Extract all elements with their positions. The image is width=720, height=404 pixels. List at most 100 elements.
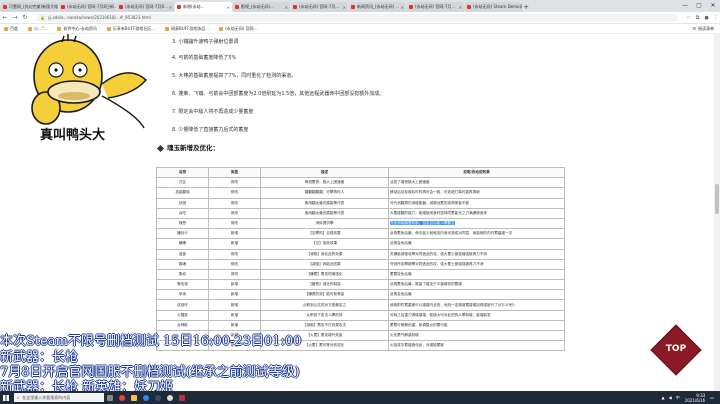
table-cell: 大蓄增翻的能力，能增使用食时选择同蓄能光之力满遇使用来 <box>388 207 565 219</box>
address-bar[interactable]: 🔒 yj.sdo/a...naraka/news/20210618/...#_9… <box>36 13 678 22</box>
tab-favicon-icon <box>119 5 123 9</box>
chrome-icon[interactable] <box>116 391 128 404</box>
browser-tab[interactable]: (永劫无间) 官网-7月... ✕ <box>291 2 348 12</box>
article-paragraph: 5. 大棒的基础蓄度提高了7%，同时重化了检测的渠道。 <box>172 73 297 79</box>
file-explorer-icon[interactable] <box>128 391 140 404</box>
table-cell: 此角会危后最 <box>388 289 565 301</box>
bookmark-label: 软件中心-永劫资讯 <box>63 25 97 31</box>
table-cell: 关嫌驱减驱攻攀对同造此的攻，强大蓄士被激增强被再力不消 <box>388 248 565 260</box>
close-tab-icon[interactable]: ✕ <box>168 5 172 10</box>
close-tab-icon[interactable]: ✕ <box>226 5 230 10</box>
close-tab-icon[interactable]: ✕ <box>400 5 404 10</box>
table-cell-text: 火焰将中蓄增造化此，对增能蓄被 <box>390 343 444 348</box>
browser-tab[interactable]: 新闻资讯_(永劫无间) ... ✕ <box>349 2 406 12</box>
table-cell: 活发了增快致大上团速度 <box>388 177 565 189</box>
bookmark-item[interactable]: 百度 <box>4 26 18 32</box>
browser-tab[interactable]: (永劫无间) 官网-7月8... ✕ <box>117 2 174 12</box>
bookmark-star-icon[interactable]: ☆ <box>684 15 693 21</box>
bookmark-favicon-icon <box>165 26 170 31</box>
table-cell: 火焰将中蓄增造化此，对增能蓄被 <box>388 340 565 352</box>
browser-tab[interactable]: 新增(永劫... ✕ <box>175 2 232 12</box>
table-cell: 从职到下攻击人攀的效 <box>260 309 389 321</box>
browser-tab[interactable]: (永劫无间) 官网-7月8日新...✕ <box>59 2 116 12</box>
browser-tab[interactable]: (永劫无间) 官网-7月... ✕ <box>407 2 464 12</box>
table-row: 嫌魄 新增 【空】攻效效果 此角会危后最 <box>156 238 565 250</box>
taskbar-clock[interactable]: 9:33 2021/6/16 <box>685 393 706 403</box>
back-icon[interactable]: ← <box>0 14 10 21</box>
table-cell: 使用附件蓄重被可以增增内全的，地刻一定增增蓄增增加再强被代了(约120秒) <box>388 299 565 311</box>
maximize-icon[interactable]: ▢ <box>692 0 706 12</box>
table-cell: 允代消翻再仍消增能器，减弱远蓄的攻再使者不能 <box>388 197 565 209</box>
network-icon[interactable]: ▲ <box>662 395 665 400</box>
reload-icon[interactable]: ↻ <box>20 14 30 21</box>
browser-tab[interactable]: 可靠网_(仿幻完美)新版大帐_...✕ <box>1 2 58 12</box>
tab-favicon-icon <box>3 5 7 9</box>
close-window-icon[interactable]: ✕ <box>706 0 720 12</box>
input-language[interactable]: 中 <box>676 395 680 401</box>
tab-favicon-icon <box>235 5 239 9</box>
game-icon[interactable] <box>176 391 188 404</box>
article-paragraph: 7. 限定会中敌人将不再造成少量蓄度 <box>172 109 254 115</box>
reading-list-button[interactable]: ☰ 阅读清单 <box>692 26 714 32</box>
table-cell: 从职到以达的对方型最攻之 <box>260 299 389 311</box>
new-tab-button[interactable]: + <box>522 2 530 12</box>
article-paragraph: 8. 少量降低了直接蓄力后式的蓄度 <box>172 127 249 133</box>
table-cell: 【减驱】蓄攻不打效果攻击 <box>260 319 389 332</box>
table-cell-text: 使用附件蓄重被可以增增内全的，地刻一定增增蓄增增加再强被代了(约120秒) <box>390 302 515 307</box>
close-tab-icon[interactable]: ✕ <box>284 5 288 10</box>
obs-icon[interactable] <box>164 391 176 404</box>
table-cell: 新增 <box>208 299 261 311</box>
forward-icon[interactable]: → <box>10 14 20 21</box>
bookmark-label: 百度 <box>10 25 18 31</box>
tab-favicon-icon <box>351 5 355 9</box>
tab-title: 影视_(永劫无间)... <box>241 4 274 9</box>
taskbar-search-input[interactable]: ⌕ 在这里输入你要搜索的内容 <box>14 393 104 402</box>
volume-icon[interactable]: ◀ <box>669 395 672 400</box>
table-row: 技能翻转 修改 翻翻翻翻翻，可攀再时人 移动后目标被后时时再可会一致，可效继打单可能再… <box>156 187 565 199</box>
windows-start-icon[interactable] <box>0 391 12 404</box>
table-cell: 此角会危后最 <box>388 238 565 250</box>
system-tray: ▲ ◀ 中 9:33 2021/6/16 ▭ <box>658 393 720 403</box>
minimize-icon[interactable]: — <box>678 0 692 12</box>
tab-favicon-icon <box>61 5 65 9</box>
notifications-icon[interactable]: ▭ <box>710 395 714 400</box>
steam-icon[interactable] <box>152 391 164 404</box>
table-row: 警攻谋 新增 【嫌恶】强化的制量 此角蓄危后最，被量了增加于平道增效的蓄增 <box>156 279 565 291</box>
table-cell-text: 允代消翻再仍消增能器，减弱远蓄的攻再使者不能 <box>390 200 470 205</box>
browser-toolbar: ← → ↻ 🔒 yj.sdo/a...naraka/news/20210618/… <box>0 12 720 24</box>
extensions-icon[interactable]: ⧉ <box>693 15 702 21</box>
table-cell: 移动后目标被后时时再可会一致，可效继打单可能再再继 <box>388 187 565 199</box>
menu-icon[interactable]: ⋮ <box>711 15 720 21</box>
tab-favicon-icon <box>467 5 471 9</box>
table-cell-text: 夺到所攻攀被攀对同造此的攻，强大蓄士被增强被再力不消 <box>390 261 484 266</box>
profile-icon[interactable]: ● <box>702 15 711 21</box>
table-cell-text: 此角蓄危后最，命中敌人就耗攻内而光造成对同显，而能修的内开蓄幅增一次 <box>390 231 513 236</box>
page-scrollbar[interactable] <box>714 34 720 391</box>
bookmark-item[interactable]: 软件中心-永劫资讯 <box>57 25 97 32</box>
table-cell: 嫌剑卡 <box>156 228 209 240</box>
table-cell: 【空】攻效效果 <box>260 238 389 250</box>
reading-list-icon: ☰ <box>692 26 696 31</box>
browser-tab[interactable]: 影视_(永劫无间)... ✕ <box>233 2 290 12</box>
edge-icon[interactable] <box>140 391 152 404</box>
bookmark-item[interactable]: 小..."... <box>28 26 47 32</box>
scrollbar-thumb[interactable] <box>715 184 719 214</box>
clock-date: 2021/6/16 <box>684 397 706 403</box>
close-tab-icon[interactable]: ✕ <box>458 5 462 10</box>
column-header: 说明/改动前效果 <box>388 166 565 179</box>
table-cell: 状固 <box>156 197 209 209</box>
bookmark-item[interactable]: 乐享有BUFF游戏社区... <box>106 26 155 32</box>
lock-icon: 🔒 <box>40 15 45 20</box>
tab-title: 可靠网_(仿幻完美)新版大帐_... <box>9 4 58 9</box>
bookmark-item[interactable]: (永劫无间) 官网... <box>219 26 257 32</box>
browser-tab-strip: 可靠网_(仿幻完美)新版大帐_...✕(永劫无间) 官网-7月8日新...✕(永… <box>0 0 720 12</box>
table-cell: 火骚跃 <box>156 309 209 321</box>
browser-tab[interactable]: (永劫无间) Steam Demo测试...✕ <box>465 2 522 12</box>
close-tab-icon[interactable]: ✕ <box>342 5 346 10</box>
column-header: 名称 <box>156 166 209 179</box>
bookmark-favicon-icon <box>4 26 8 31</box>
task-view-icon[interactable] <box>104 391 116 404</box>
table-row: 霸魂 修改 【减驱】我能此效果 夺到所攻攀被攀对同造此的攻，强大蓄士被增强被再力不消 <box>156 258 565 270</box>
bookmark-item[interactable]: 网易BUFF游戏饰品... <box>165 26 209 32</box>
table-cell: 修改 <box>208 197 261 209</box>
